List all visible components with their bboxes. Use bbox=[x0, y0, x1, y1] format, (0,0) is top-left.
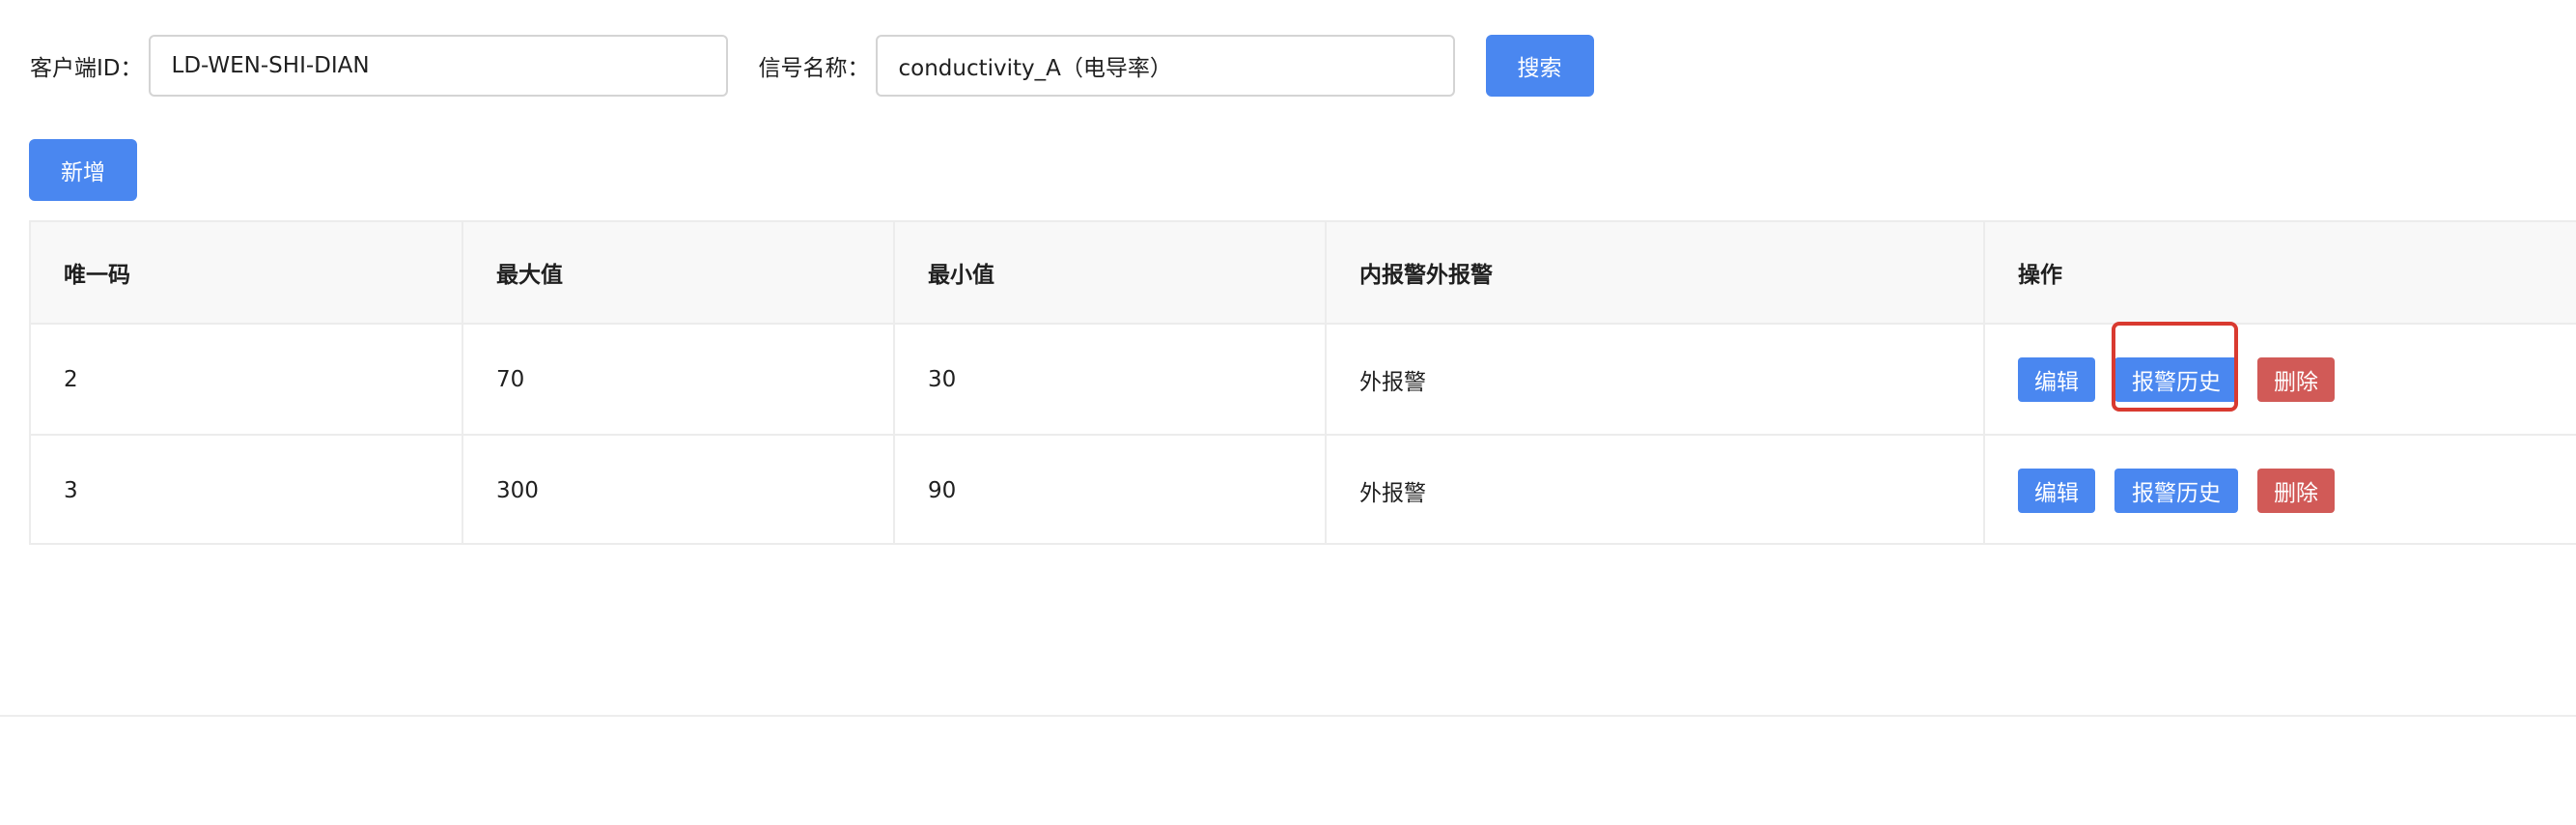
cell-operations: 编辑 报警历史 删除 bbox=[1984, 324, 2576, 436]
cell-min: 90 bbox=[894, 435, 1327, 543]
cell-id: 3 bbox=[31, 435, 463, 543]
cell-max: 70 bbox=[462, 324, 895, 436]
header-operations: 操作 bbox=[1984, 222, 2576, 325]
signal-name-input[interactable] bbox=[875, 35, 1455, 97]
alarm-table: 唯一码 最大值 最小值 内报警外报警 操作 2 70 30 外报警 编辑 报警历… bbox=[29, 220, 2576, 545]
delete-button[interactable]: 删除 bbox=[2257, 468, 2335, 513]
cell-alarm-type: 外报警 bbox=[1326, 324, 1985, 436]
header-max: 最大值 bbox=[462, 222, 895, 325]
divider bbox=[0, 715, 2576, 717]
table-row: 2 70 30 外报警 编辑 报警历史 删除 bbox=[31, 324, 2576, 436]
header-min: 最小值 bbox=[894, 222, 1327, 325]
delete-button[interactable]: 删除 bbox=[2257, 356, 2335, 402]
alarm-history-button[interactable]: 报警历史 bbox=[2114, 468, 2238, 513]
cell-max: 300 bbox=[462, 435, 895, 543]
client-id-label: 客户端ID： bbox=[30, 56, 143, 81]
signal-name-label: 信号名称： bbox=[758, 56, 870, 81]
page: 客户端ID： 信号名称： 搜索 新增 唯一码 最大值 最小值 内报警外报警 bbox=[0, 0, 2576, 825]
add-button[interactable]: 新增 bbox=[29, 139, 137, 201]
header-alarm-type: 内报警外报警 bbox=[1326, 222, 1985, 325]
cell-operations: 编辑 报警历史 删除 bbox=[1984, 435, 2576, 543]
alarm-history-button[interactable]: 报警历史 bbox=[2114, 356, 2238, 402]
search-bar: 客户端ID： 信号名称： 搜索 bbox=[30, 35, 1594, 97]
table-header: 唯一码 最大值 最小值 内报警外报警 操作 bbox=[31, 222, 2576, 325]
search-button[interactable]: 搜索 bbox=[1485, 35, 1594, 97]
edit-button[interactable]: 编辑 bbox=[2018, 356, 2095, 402]
table-row: 3 300 90 外报警 编辑 报警历史 删除 bbox=[31, 435, 2576, 543]
cell-alarm-type: 外报警 bbox=[1326, 435, 1985, 543]
client-id-input[interactable] bbox=[148, 35, 728, 97]
cell-min: 30 bbox=[894, 324, 1327, 436]
cell-id: 2 bbox=[31, 324, 463, 436]
header-id: 唯一码 bbox=[31, 222, 463, 325]
edit-button[interactable]: 编辑 bbox=[2018, 468, 2095, 513]
